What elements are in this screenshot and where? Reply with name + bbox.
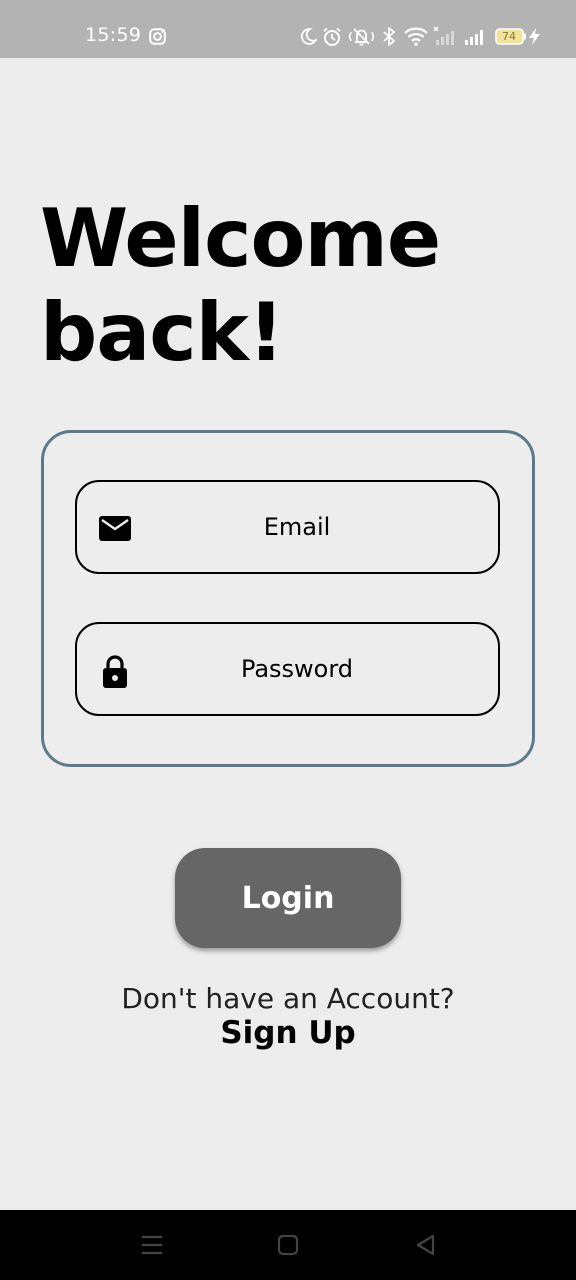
status-time: 15:59: [85, 24, 142, 46]
lock-icon: [103, 655, 127, 688]
password-field[interactable]: [75, 622, 500, 716]
menu-icon[interactable]: [138, 1232, 166, 1258]
email-field[interactable]: [75, 480, 500, 574]
vibrate-icon: [348, 28, 375, 46]
moon-icon: [301, 28, 317, 45]
signal-icon: [433, 26, 454, 45]
signal-icon: [465, 30, 483, 45]
login-screen: 15:59 74 Welcome back! Email Login Don't…: [0, 0, 576, 1280]
navigation-bar: [0, 1210, 576, 1280]
home-icon[interactable]: [274, 1232, 302, 1258]
login-button[interactable]: Login: [175, 848, 401, 948]
status-bar: 15:59 74: [0, 0, 576, 58]
page-title: Welcome back!: [40, 192, 441, 379]
alarm-icon: [323, 27, 341, 46]
back-icon[interactable]: [412, 1232, 440, 1258]
wifi-icon: [404, 27, 428, 46]
no-account-text: Don't have an Account?: [121, 982, 455, 1015]
charging-icon: [529, 28, 540, 45]
mail-icon: [99, 516, 131, 541]
battery-level: 74: [502, 30, 516, 43]
password-input[interactable]: [137, 626, 457, 712]
sign-up-link[interactable]: Sign Up: [0, 1015, 576, 1051]
email-input[interactable]: [137, 484, 457, 570]
instagram-icon: [149, 28, 166, 45]
bluetooth-icon: [383, 27, 395, 46]
